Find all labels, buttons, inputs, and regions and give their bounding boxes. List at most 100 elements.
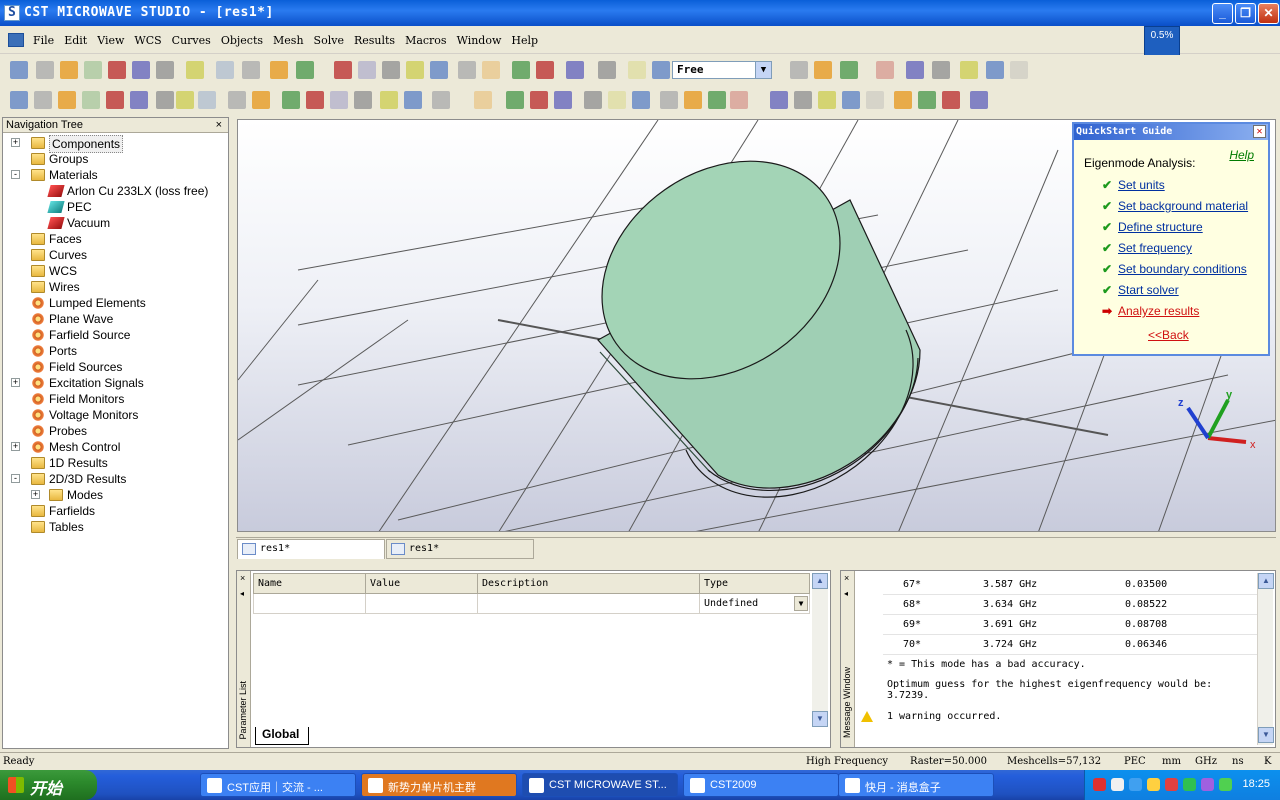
collapse-icon[interactable]: - (11, 474, 20, 483)
toolbar-tool-icon[interactable] (334, 61, 352, 79)
close-icon[interactable]: ✕ (1253, 125, 1266, 138)
toolbar-tool-icon[interactable] (512, 61, 530, 79)
quickstart-step-link[interactable]: Start solver (1118, 283, 1179, 297)
menu-objects[interactable]: Objects (216, 34, 268, 47)
quickstart-step[interactable]: ✔ Set boundary conditions (1102, 262, 1248, 283)
toolbar-tool-icon[interactable] (918, 91, 936, 109)
toolbar-tool-icon[interactable] (252, 91, 270, 109)
menu-window[interactable]: Window (452, 34, 507, 47)
toolbar-tool-icon[interactable] (186, 61, 204, 79)
scroll-up-button[interactable]: ▲ (1258, 573, 1274, 589)
toolbar-tool-icon[interactable] (296, 61, 314, 79)
toolbar-tool-icon[interactable] (482, 61, 500, 79)
quickstart-step[interactable]: ✔ Set units (1102, 178, 1248, 199)
toolbar-tool-icon[interactable] (358, 61, 376, 79)
tree-item-wires[interactable]: Wires (3, 279, 228, 295)
tree-item-farfield-source[interactable]: Farfield Source (3, 327, 228, 343)
toolbar-tool-icon[interactable] (106, 91, 124, 109)
tree-item-arlon-cu-233lx-loss-free[interactable]: Arlon Cu 233LX (loss free) (3, 183, 228, 199)
tree-item-ports[interactable]: Ports (3, 343, 228, 359)
quickstart-step-link[interactable]: Set background material (1118, 199, 1248, 213)
column-header-value[interactable]: Value (365, 573, 478, 594)
tree-item-pec[interactable]: PEC (3, 199, 228, 215)
toolbar-tool-icon[interactable] (818, 91, 836, 109)
toolbar-tool-icon[interactable] (598, 61, 616, 79)
quickstart-step-link[interactable]: Define structure (1118, 220, 1203, 234)
maximize-button[interactable]: ❐ (1235, 3, 1256, 24)
quickstart-back-link[interactable]: <<Back (1148, 328, 1189, 342)
toolbar-tool-icon[interactable] (530, 91, 548, 109)
tree-item-2d-3d-results[interactable]: - 2D/3D Results (3, 471, 228, 487)
tree-item-wcs[interactable]: WCS (3, 263, 228, 279)
toolbar-tool-icon[interactable] (506, 91, 524, 109)
menu-results[interactable]: Results (349, 34, 400, 47)
close-icon[interactable]: × (240, 573, 245, 583)
tab-res1-3d[interactable]: res1* (237, 539, 385, 559)
tree-item-groups[interactable]: Groups (3, 151, 228, 167)
tree-item-faces[interactable]: Faces (3, 231, 228, 247)
menu-view[interactable]: View (92, 34, 129, 47)
toolbar-tool-icon[interactable] (842, 91, 860, 109)
toolbar-tool-icon[interactable] (1010, 61, 1028, 79)
menu-help[interactable]: Help (506, 34, 543, 47)
minimize-button[interactable]: _ (1212, 3, 1233, 24)
toolbar-tool-icon[interactable] (628, 61, 646, 79)
quickstart-help-link[interactable]: Help (1229, 148, 1254, 162)
toolbar-tool-icon[interactable] (932, 61, 950, 79)
message-scrollbar[interactable]: ▲ ▼ (1257, 573, 1274, 745)
toolbar-tool-icon[interactable] (608, 91, 626, 109)
toolbar-tool-icon[interactable] (814, 61, 832, 79)
tree-item-mesh-control[interactable]: + Mesh Control (3, 439, 228, 455)
param-value-cell[interactable] (365, 593, 478, 614)
tray-app-icon[interactable] (1219, 778, 1232, 791)
scroll-up-button[interactable]: ▲ (812, 573, 828, 589)
toolbar-tool-icon[interactable] (380, 91, 398, 109)
tray-app-icon[interactable] (1111, 778, 1124, 791)
menu-curves[interactable]: Curves (167, 34, 216, 47)
tree-item-curves[interactable]: Curves (3, 247, 228, 263)
toolbar-tool-icon[interactable] (770, 91, 788, 109)
toolbar-tool-icon[interactable] (632, 91, 650, 109)
pin-icon[interactable]: ◂ (240, 589, 244, 598)
toolbar-tool-icon[interactable] (228, 91, 246, 109)
tree-item-components[interactable]: + Components (3, 135, 228, 153)
param-name-cell[interactable] (253, 593, 366, 614)
tree-item-lumped-elements[interactable]: Lumped Elements (3, 295, 228, 311)
toolbar-tool-icon[interactable] (270, 61, 288, 79)
collapse-icon[interactable]: - (11, 170, 20, 179)
toolbar-tool-icon[interactable] (282, 91, 300, 109)
menu-edit[interactable]: Edit (59, 34, 92, 47)
toolbar-tool-icon[interactable] (894, 91, 912, 109)
tree-item-voltage-monitors[interactable]: Voltage Monitors (3, 407, 228, 423)
tray-app-icon[interactable] (1093, 778, 1106, 791)
menu-solve[interactable]: Solve (309, 34, 349, 47)
toolbar-tool-icon[interactable] (432, 91, 450, 109)
tree-item-tables[interactable]: Tables (3, 519, 228, 535)
taskbar-item[interactable]: CST2009 (683, 773, 839, 797)
toolbar-tool-icon[interactable] (790, 61, 808, 79)
toolbar-tool-icon[interactable] (404, 91, 422, 109)
chevron-down-icon[interactable]: ▼ (755, 62, 771, 78)
param-description-cell[interactable] (477, 593, 700, 614)
toolbar-tool-icon[interactable] (986, 61, 1004, 79)
tab-res1-schematic[interactable]: res1* (386, 539, 534, 559)
menu-macros[interactable]: Macros (400, 34, 452, 47)
toolbar-tool-icon[interactable] (684, 91, 702, 109)
parameter-scrollbar[interactable]: ▲ ▼ (812, 573, 828, 727)
toolbar-tool-icon[interactable] (840, 61, 858, 79)
column-header-type[interactable]: Type (699, 573, 810, 594)
param-type-cell[interactable]: Undefined ▼ (699, 593, 810, 614)
menu-wcs[interactable]: WCS (129, 34, 166, 47)
toolbar-tool-icon[interactable] (474, 91, 492, 109)
quickstart-step[interactable]: ✔ Define structure (1102, 220, 1248, 241)
toolbar-tool-icon[interactable] (60, 61, 78, 79)
tray-app-icon[interactable] (1165, 778, 1178, 791)
menu-file[interactable]: File (28, 34, 59, 47)
toolbar-tool-icon[interactable] (130, 91, 148, 109)
toolbar-tool-icon[interactable] (176, 91, 194, 109)
tree-item-excitation-signals[interactable]: + Excitation Signals (3, 375, 228, 391)
toolbar-tool-icon[interactable] (216, 61, 234, 79)
tree-item-plane-wave[interactable]: Plane Wave (3, 311, 228, 327)
toolbar-tool-icon[interactable] (156, 61, 174, 79)
toolbar-tool-icon[interactable] (584, 91, 602, 109)
